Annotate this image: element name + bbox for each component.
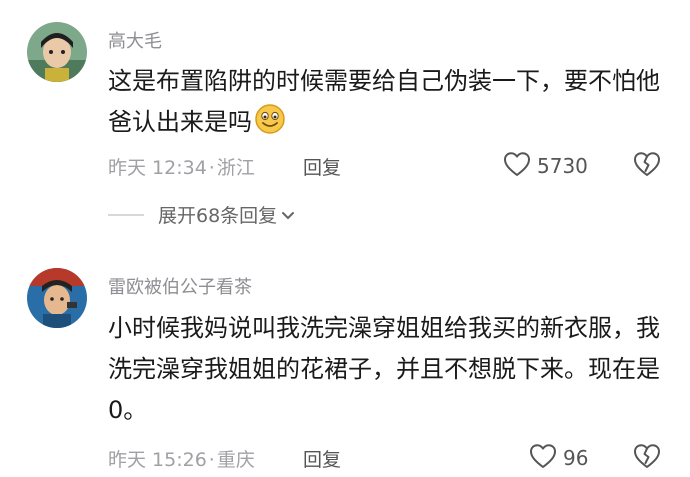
comment-text-content: 这是布置陷阱的时候需要给自己伪装一下，要不怕他爸认出来是吗 <box>108 67 660 136</box>
username[interactable]: 高大毛 <box>108 27 162 53</box>
comment-meta: 昨天 12:34 · 浙江 <box>108 153 255 180</box>
comment-time: 昨天 15:26 <box>108 449 207 471</box>
comment-text: 小时候我妈说叫我洗完澡穿姐姐给我买的新衣服，我洗完澡穿我姐姐的花裙子，并且不想脱… <box>108 314 660 424</box>
reply-button[interactable]: 回复 <box>303 445 341 472</box>
like-button[interactable]: 96 <box>529 443 588 473</box>
broken-heart-icon[interactable] <box>633 151 661 181</box>
like-count: 5730 <box>537 154 588 178</box>
comment-text: 这是布置陷阱的时候需要给自己伪装一下，要不怕他爸认出来是吗 <box>108 61 668 143</box>
comment-item: 雷欧被伯公子看茶 小时候我妈说叫我洗完澡穿姐姐给我买的新衣服，我洗完澡穿我姐姐的… <box>0 240 690 477</box>
expand-replies[interactable]: 展开68条回复 <box>108 201 295 228</box>
expand-divider <box>108 213 144 216</box>
heart-outline-icon <box>503 151 531 181</box>
reply-button[interactable]: 回复 <box>303 153 341 180</box>
like-button[interactable]: 5730 <box>503 151 588 181</box>
meta-separator: · <box>208 157 215 179</box>
comment-location: 浙江 <box>216 157 255 179</box>
heart-outline-icon <box>529 443 557 473</box>
username[interactable]: 雷欧被伯公子看茶 <box>108 273 252 299</box>
grinning-face-emoji <box>254 103 286 135</box>
meta-separator: · <box>208 449 215 471</box>
expand-replies-button[interactable]: 展开68条回复 <box>158 201 295 228</box>
avatar[interactable] <box>27 22 87 82</box>
comment-item: 高大毛 这是布置陷阱的时候需要给自己伪装一下，要不怕他爸认出来是吗 昨天 12:… <box>0 0 690 240</box>
chevron-down-icon <box>277 204 295 226</box>
comment-meta: 昨天 15:26 · 重庆 <box>108 445 255 472</box>
broken-heart-icon[interactable] <box>633 443 661 473</box>
like-count: 96 <box>563 446 589 470</box>
comment-time: 昨天 12:34 <box>108 157 207 179</box>
comment-location: 重庆 <box>216 449 255 471</box>
avatar[interactable] <box>27 268 87 328</box>
expand-replies-label: 展开68条回复 <box>158 205 278 227</box>
